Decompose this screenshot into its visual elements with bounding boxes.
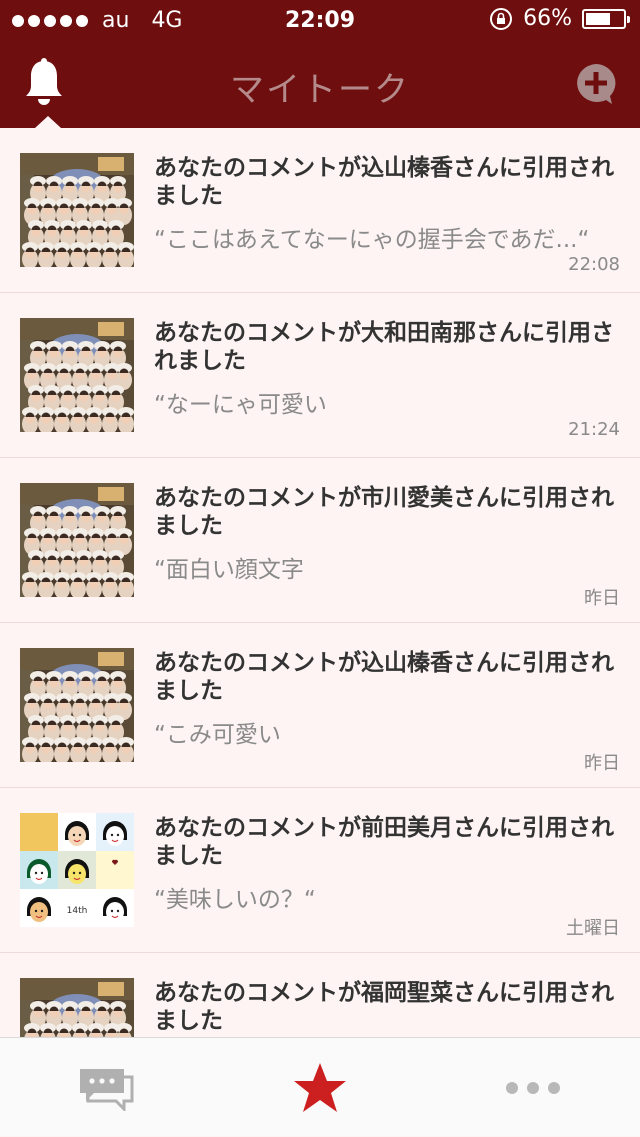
notification-title: あなたのコメントが福岡聖菜さんに引用されました bbox=[154, 980, 614, 1034]
notification-timestamp: 昨日 bbox=[584, 753, 620, 774]
notification-title: あなたのコメントが市川愛美さんに引用されました bbox=[154, 485, 614, 539]
notification-title: あなたのコメントが前田美月さんに引用されました bbox=[154, 815, 614, 869]
notification-timestamp: 昨日 bbox=[584, 588, 620, 609]
svg-text:14th: 14th bbox=[67, 906, 88, 916]
notification-item[interactable]: あなたのコメントが込山榛香さんに引用されました “ここはあえてなーにゃの握手会であ… bbox=[0, 128, 640, 293]
group-photo-thumbnail bbox=[20, 318, 134, 432]
notification-item[interactable]: あなたのコメントが市川愛美さんに引用されました “面白い顔文字昨日 bbox=[0, 458, 640, 623]
group-photo-thumbnail bbox=[20, 483, 134, 597]
notification-timestamp: 21:24 bbox=[568, 419, 620, 440]
active-tab-indicator bbox=[35, 116, 61, 128]
notification-timestamp: 22:08 bbox=[568, 254, 620, 275]
notification-timestamp: 土曜日 bbox=[566, 918, 620, 939]
notification-title: あなたのコメントが大和田南那さんに引用されました bbox=[154, 320, 614, 374]
avatar-collage-thumbnail: 14th bbox=[20, 813, 134, 927]
group-photo-thumbnail bbox=[20, 978, 134, 1037]
page-title: マイトーク bbox=[230, 70, 410, 110]
notification-item[interactable]: あなたのコメントが大和田南那さんに引用されました “なーにゃ可愛い 21:24 bbox=[0, 293, 640, 458]
notification-quote: “こみ可愛い bbox=[154, 722, 281, 748]
tab-favorites[interactable] bbox=[213, 1038, 426, 1137]
notification-item[interactable]: 14th あなたのコメントが前田美月さんに引用されました “美味しいの？“ 土曜日 bbox=[0, 788, 640, 953]
chat-icon bbox=[79, 1068, 133, 1111]
notification-title: あなたのコメントが込山榛香さんに引用されました bbox=[154, 155, 614, 209]
battery-icon bbox=[582, 8, 630, 29]
battery-percent: 66% bbox=[523, 6, 572, 31]
tab-more[interactable] bbox=[426, 1038, 640, 1137]
notification-quote: “面白い顔文字 bbox=[154, 557, 304, 583]
star-icon bbox=[293, 1062, 346, 1112]
rotation-lock-icon bbox=[490, 7, 513, 30]
notification-quote: “美味しいの？“ bbox=[154, 887, 316, 913]
status-bar: au 4G 22:09 66% bbox=[0, 0, 640, 40]
notification-item[interactable]: あなたのコメントが福岡聖菜さんに引用されました bbox=[0, 953, 640, 1037]
add-chat-icon[interactable] bbox=[574, 62, 618, 106]
notification-list: あなたのコメントが込山榛香さんに引用されました “ここはあえてなーにゃの握手会であ… bbox=[0, 128, 640, 1037]
notification-quote: “なーにゃ可愛い bbox=[154, 392, 327, 418]
tab-bar bbox=[0, 1037, 640, 1136]
group-photo-thumbnail bbox=[20, 153, 134, 267]
notification-item[interactable]: あなたのコメントが込山榛香さんに引用されました “こみ可愛い昨日 bbox=[0, 623, 640, 788]
tab-talk[interactable] bbox=[0, 1038, 213, 1137]
notification-quote: “ここはあえてなーにゃの握手会であだ...“ bbox=[154, 227, 590, 253]
notification-title: あなたのコメントが込山榛香さんに引用されました bbox=[154, 650, 614, 704]
status-right: 66% bbox=[489, 6, 630, 31]
group-photo-thumbnail bbox=[20, 648, 134, 762]
nav-bar: マイトーク bbox=[0, 40, 640, 128]
more-icon bbox=[506, 1081, 560, 1094]
